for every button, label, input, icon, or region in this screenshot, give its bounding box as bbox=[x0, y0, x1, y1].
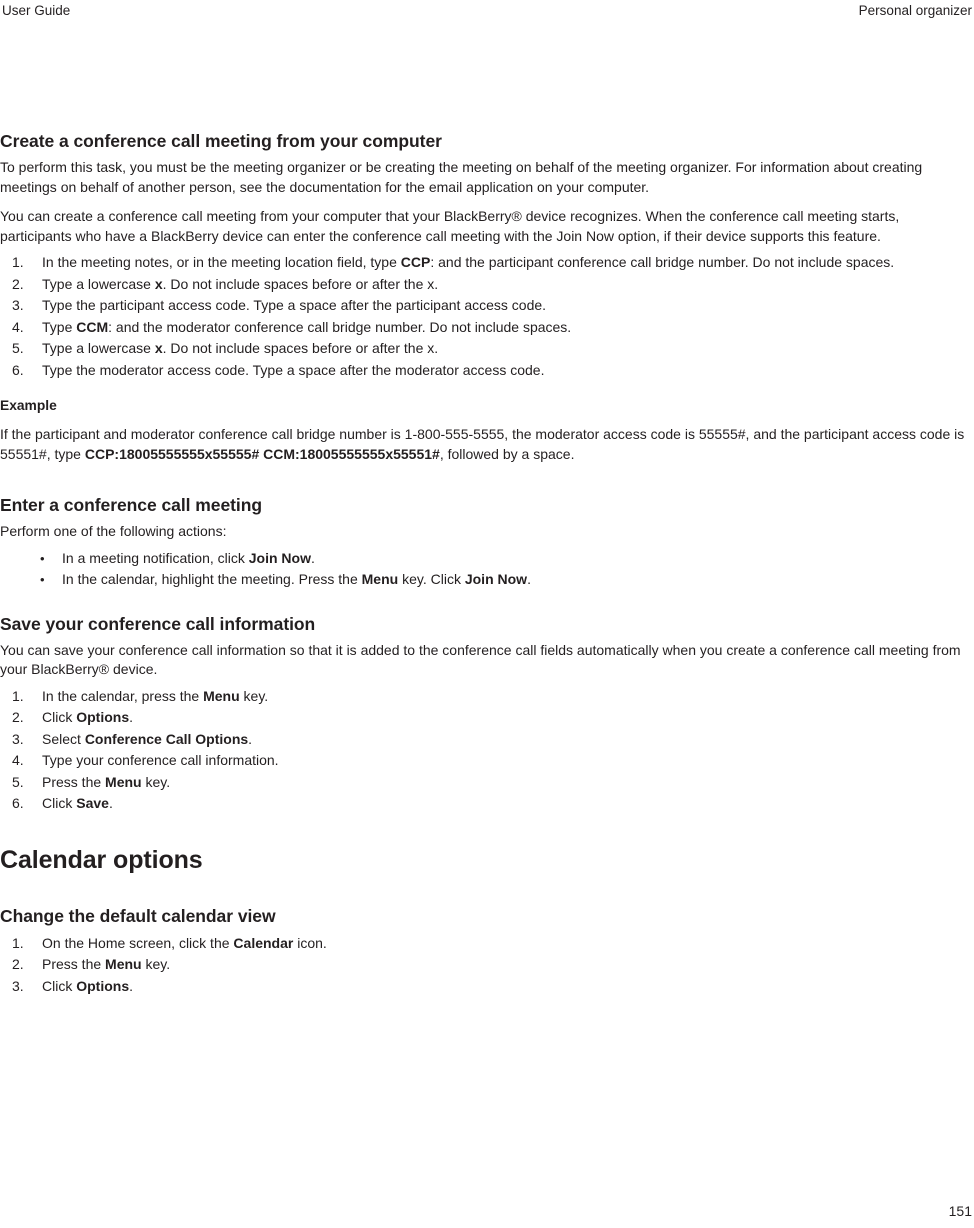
page-content: Create a conference call meeting from yo… bbox=[0, 130, 974, 997]
list-item: Type your conference call information. bbox=[0, 750, 974, 772]
step-text-post: . bbox=[129, 977, 134, 994]
step-text-bold: x bbox=[154, 275, 163, 292]
step-text-post: : and the moderator conference call brid… bbox=[108, 318, 572, 335]
step-text-post: . Do not include spaces before or after … bbox=[162, 340, 439, 356]
bullet-text-bold-2: Join Now bbox=[464, 571, 528, 587]
step-text-bold: CCP bbox=[400, 254, 431, 270]
paragraph-enter-conference-intro: Perform one of the following actions: bbox=[0, 523, 227, 539]
section-heading-save-conference: Save your conference call information bbox=[0, 613, 316, 634]
paragraph-create-conference-1: To perform this task, you must be the me… bbox=[0, 159, 923, 195]
step-text-pre: On the Home screen, click the bbox=[42, 934, 234, 951]
step-text-pre: Click bbox=[42, 795, 77, 811]
list-item: On the Home screen, click the Calendar i… bbox=[0, 933, 974, 955]
section-heading-change-default-view: Change the default calendar view bbox=[0, 905, 276, 926]
list-item: In a meeting notification, click Join No… bbox=[0, 548, 974, 570]
header-left-text: User Guide bbox=[2, 3, 71, 18]
list-item: Click Options. bbox=[0, 707, 974, 729]
list-item: Select Conference Call Options. bbox=[0, 729, 974, 751]
document-page: User Guide Personal organizer Create a c… bbox=[0, 0, 974, 1228]
step-text-post: . bbox=[129, 709, 134, 725]
example-code: CCP:18005555555x55555# CCM:18005555555x5… bbox=[84, 445, 440, 462]
step-text-pre: Type a lowercase bbox=[42, 340, 155, 356]
bullet-text-post: . bbox=[311, 549, 315, 566]
step-text-bold: Options bbox=[76, 709, 130, 725]
header-right-text: Personal organizer bbox=[858, 3, 972, 18]
list-item: Type a lowercase x. Do not include space… bbox=[0, 274, 974, 296]
chapter-heading-calendar-options: Calendar options bbox=[0, 845, 203, 874]
step-text-post: icon. bbox=[293, 934, 327, 951]
step-text-post: . Do not include spaces before or after … bbox=[162, 275, 439, 292]
step-text-post: . bbox=[248, 730, 253, 747]
step-text-bold: Menu bbox=[105, 773, 142, 790]
step-text-pre: Press the bbox=[42, 773, 106, 790]
running-header: User Guide Personal organizer bbox=[0, 0, 974, 26]
bullet-text-bold: Menu bbox=[361, 571, 399, 587]
step-text-pre: Select bbox=[42, 730, 85, 747]
bullet-text-bold: Join Now bbox=[248, 549, 311, 566]
steps-list-change-default-view: On the Home screen, click the Calendar i… bbox=[0, 933, 974, 998]
step-text-bold: Calendar bbox=[233, 934, 294, 951]
step-text-post: . bbox=[108, 795, 113, 811]
step-text-pre: Click bbox=[42, 709, 77, 725]
bullet-text-pre: In the calendar, highlight the meeting. … bbox=[62, 571, 362, 587]
list-item: In the calendar, press the Menu key. bbox=[0, 686, 974, 708]
step-text-pre: Press the bbox=[42, 956, 106, 972]
step-text-bold: Menu bbox=[105, 956, 142, 972]
list-item: Press the Menu key. bbox=[0, 954, 974, 976]
step-text-pre: Click bbox=[42, 977, 77, 994]
step-text-bold: CCM bbox=[76, 318, 109, 335]
list-item: Type a lowercase x. Do not include space… bbox=[0, 338, 974, 360]
step-text-bold: x bbox=[154, 340, 163, 356]
step-text-pre: Type your conference call information. bbox=[42, 752, 279, 768]
steps-list-save-conference: In the calendar, press the Menu key. Cli… bbox=[0, 686, 974, 815]
step-text-bold: Save bbox=[76, 795, 109, 811]
step-text-bold: Options bbox=[76, 977, 130, 994]
step-text-pre: Type the moderator access code. Type a s… bbox=[42, 361, 545, 378]
subheading-example: Example bbox=[0, 398, 57, 413]
example-text-post: , followed by a space. bbox=[439, 445, 575, 462]
list-item: In the calendar, highlight the meeting. … bbox=[0, 569, 974, 591]
paragraph-example: If the participant and moderator confere… bbox=[0, 425, 974, 464]
step-text-pre: In the meeting notes, or in the meeting … bbox=[42, 254, 401, 270]
step-text-pre: In the calendar, press the bbox=[42, 687, 204, 704]
step-text-bold: Menu bbox=[203, 687, 240, 704]
paragraph-create-conference-2: You can create a conference call meeting… bbox=[0, 208, 900, 244]
section-heading-enter-conference: Enter a conference call meeting bbox=[0, 495, 263, 515]
step-text-bold: Conference Call Options bbox=[84, 730, 249, 747]
list-item: Click Options. bbox=[0, 976, 974, 998]
step-text-pre: Type the participant access code. Type a… bbox=[42, 297, 547, 313]
step-text-pre: Type bbox=[42, 318, 77, 335]
bullet-list-enter-conference: In a meeting notification, click Join No… bbox=[0, 548, 974, 591]
steps-list-create-conference: In the meeting notes, or in the meeting … bbox=[0, 252, 974, 381]
list-item: Type the participant access code. Type a… bbox=[0, 295, 974, 317]
list-item: Click Save. bbox=[0, 793, 974, 815]
bullet-text-post: . bbox=[527, 571, 531, 587]
step-text-post: key. bbox=[141, 773, 171, 790]
section-heading-create-conference: Create a conference call meeting from yo… bbox=[0, 131, 442, 151]
bullet-text-pre: In a meeting notification, click bbox=[62, 549, 249, 566]
list-item: In the meeting notes, or in the meeting … bbox=[0, 252, 974, 274]
step-text-pre: Type a lowercase bbox=[42, 275, 155, 292]
list-item: Type CCM: and the moderator conference c… bbox=[0, 317, 974, 339]
paragraph-save-conference: You can save your conference call inform… bbox=[0, 641, 961, 678]
list-item: Type the moderator access code. Type a s… bbox=[0, 360, 974, 382]
page-number: 151 bbox=[948, 1203, 972, 1219]
step-text-post: : and the participant conference call br… bbox=[430, 254, 895, 270]
step-text-post: key. bbox=[239, 687, 269, 704]
list-item: Press the Menu key. bbox=[0, 772, 974, 794]
bullet-text-mid: key. Click bbox=[398, 571, 465, 587]
step-text-post: key. bbox=[141, 956, 171, 972]
